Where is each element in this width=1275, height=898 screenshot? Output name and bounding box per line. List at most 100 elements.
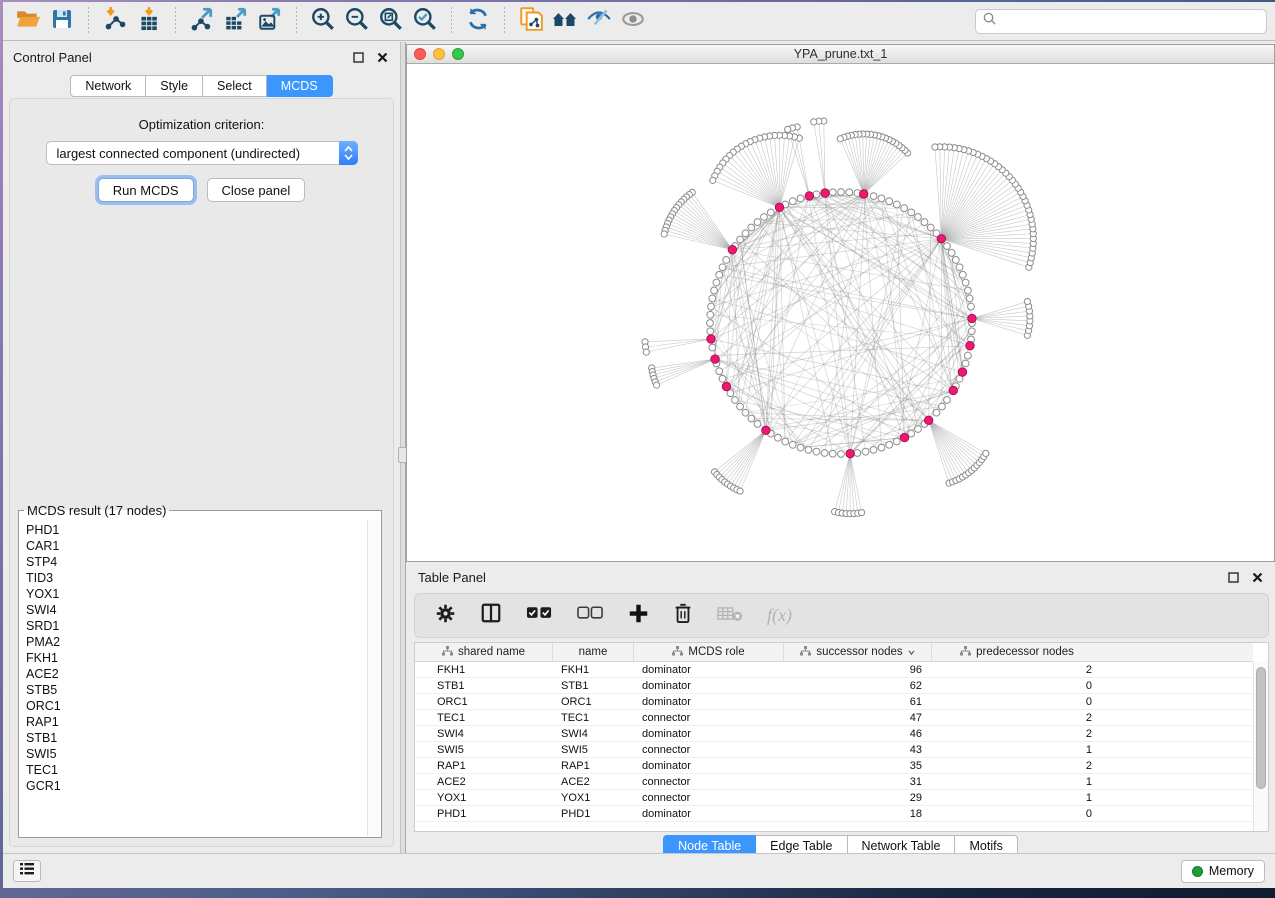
tab-network[interactable]: Network [70, 75, 146, 97]
ring-node[interactable] [754, 219, 761, 226]
mcds-result-scrollbar[interactable] [367, 520, 380, 836]
mcds-hub-node[interactable] [937, 235, 945, 243]
leaf-node[interactable] [811, 119, 817, 125]
export-network-button[interactable] [185, 6, 219, 36]
mcds-hub-node[interactable] [860, 190, 868, 198]
add-column-button[interactable] [628, 603, 649, 629]
ring-node[interactable] [944, 243, 951, 250]
mcds-hub-node[interactable] [707, 335, 715, 343]
ring-node[interactable] [915, 214, 922, 221]
deselect-all-button[interactable] [577, 606, 604, 625]
ring-node[interactable] [716, 271, 723, 278]
mcds-result-item[interactable]: STP4 [26, 554, 367, 570]
ring-node[interactable] [927, 224, 934, 231]
tab-select[interactable]: Select [203, 75, 267, 97]
ring-node[interactable] [813, 191, 820, 198]
leaf-node[interactable] [932, 144, 938, 150]
ring-node[interactable] [959, 271, 966, 278]
ring-node[interactable] [968, 303, 975, 310]
ring-node[interactable] [709, 295, 716, 302]
mcds-result-item[interactable]: GCR1 [26, 778, 367, 794]
ring-node[interactable] [732, 397, 739, 404]
criterion-dropdown[interactable]: largest connected component (undirected) [46, 141, 358, 165]
mcds-hub-node[interactable] [966, 342, 974, 350]
mcds-result-item[interactable]: SWI5 [26, 746, 367, 762]
ring-node[interactable] [886, 198, 893, 205]
show-all-button[interactable] [616, 6, 650, 36]
ring-node[interactable] [742, 230, 749, 237]
leaf-node[interactable] [737, 488, 743, 494]
close-table-panel-button[interactable] [1249, 570, 1265, 584]
ring-node[interactable] [878, 195, 885, 202]
leaf-node[interactable] [983, 450, 989, 456]
ring-node[interactable] [805, 446, 812, 453]
ring-node[interactable] [854, 450, 861, 457]
ring-node[interactable] [921, 219, 928, 226]
delete-table-button[interactable] [717, 605, 743, 627]
import-table-button[interactable] [132, 6, 166, 36]
ring-node[interactable] [789, 198, 796, 205]
ring-node[interactable] [707, 320, 714, 327]
mcds-hub-node[interactable] [805, 192, 813, 200]
table-row[interactable]: RAP1RAP1dominator352 [415, 758, 1253, 774]
ring-node[interactable] [846, 189, 853, 196]
open-file-button[interactable] [11, 6, 45, 36]
mcds-hub-node[interactable] [711, 355, 719, 363]
ring-node[interactable] [886, 441, 893, 448]
select-all-button[interactable] [526, 606, 553, 625]
mcds-hub-node[interactable] [821, 189, 829, 197]
ring-node[interactable] [754, 421, 761, 428]
ring-node[interactable] [782, 438, 789, 445]
ring-node[interactable] [829, 450, 836, 457]
mcds-result-item[interactable]: PMA2 [26, 634, 367, 650]
table-row[interactable]: FKH1FKH1dominator962 [415, 662, 1253, 678]
table-scrollbar-thumb[interactable] [1256, 667, 1266, 789]
ring-node[interactable] [797, 195, 804, 202]
mcds-result-item[interactable]: STB5 [26, 682, 367, 698]
mcds-hub-node[interactable] [722, 382, 730, 390]
float-table-panel-button[interactable] [1225, 570, 1241, 584]
ring-node[interactable] [893, 438, 900, 445]
table-row[interactable]: STB1STB1dominator620 [415, 678, 1253, 694]
network-view[interactable] [407, 64, 1274, 561]
close-panel-icon-button[interactable] [374, 50, 390, 64]
leaf-node[interactable] [654, 382, 660, 388]
save-button[interactable] [45, 6, 79, 36]
ring-node[interactable] [707, 311, 714, 318]
zoom-fit-button[interactable] [374, 6, 408, 36]
close-panel-button[interactable]: Close panel [207, 178, 306, 202]
table-row[interactable]: ACE2ACE2connector311 [415, 774, 1253, 790]
ring-node[interactable] [737, 236, 744, 243]
zoom-in-button[interactable] [306, 6, 340, 36]
ring-node[interactable] [893, 201, 900, 208]
table-settings-button[interactable] [435, 603, 456, 629]
search-input[interactable] [997, 14, 1260, 28]
ring-node[interactable] [870, 193, 877, 200]
hide-selected-button[interactable] [582, 6, 616, 36]
ring-node[interactable] [707, 328, 714, 335]
delete-column-button[interactable] [673, 602, 693, 629]
mcds-hub-node[interactable] [958, 368, 966, 376]
mcds-result-item[interactable]: ORC1 [26, 698, 367, 714]
column-header-predecessor-nodes[interactable]: predecessor nodes [932, 643, 1102, 661]
ring-node[interactable] [944, 397, 951, 404]
ring-node[interactable] [964, 287, 971, 294]
column-header-MCDS-role[interactable]: MCDS role [634, 643, 784, 661]
ring-node[interactable] [711, 287, 718, 294]
ring-node[interactable] [797, 444, 804, 451]
ring-node[interactable] [878, 444, 885, 451]
mcds-result-item[interactable]: RAP1 [26, 714, 367, 730]
table-row[interactable]: SWI5SWI5connector431 [415, 742, 1253, 758]
function-builder-button[interactable]: f(x) [767, 605, 792, 626]
ring-node[interactable] [813, 448, 820, 455]
column-header-successor-nodes[interactable]: successor nodes [784, 643, 932, 661]
ring-node[interactable] [838, 189, 845, 196]
ring-node[interactable] [952, 256, 959, 263]
ring-node[interactable] [939, 403, 946, 410]
ring-node[interactable] [713, 279, 720, 286]
zoom-selected-button[interactable] [408, 6, 442, 36]
ring-node[interactable] [767, 209, 774, 216]
ring-node[interactable] [742, 409, 749, 416]
leaf-node[interactable] [661, 231, 667, 237]
ring-node[interactable] [962, 279, 969, 286]
